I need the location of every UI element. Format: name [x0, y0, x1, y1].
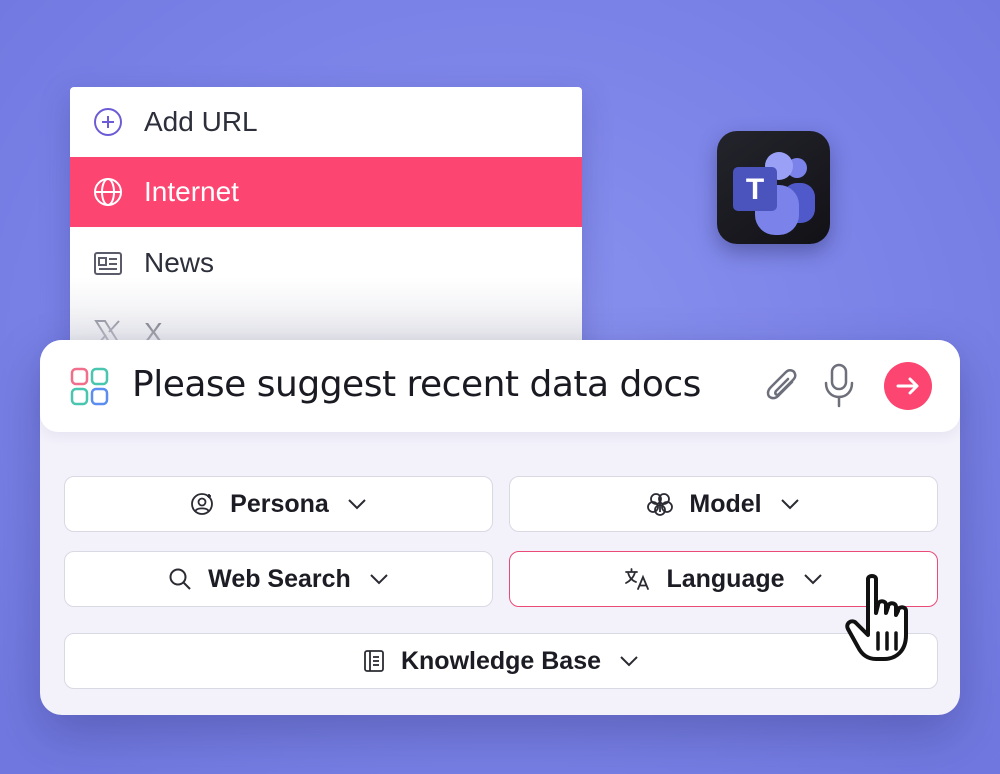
apps-grid-icon[interactable] [70, 367, 110, 412]
globe-icon [92, 176, 124, 208]
microphone-icon[interactable] [822, 362, 856, 415]
chevron-down-icon [369, 573, 389, 585]
menu-item-news[interactable]: News [70, 228, 582, 298]
teams-letter: T [746, 173, 764, 206]
persona-dropdown[interactable]: Persona [64, 476, 493, 532]
chevron-down-icon [803, 573, 823, 585]
hand-cursor-icon [842, 573, 924, 665]
send-button[interactable] [884, 362, 932, 415]
prompt-input[interactable]: Please suggest recent data docs [132, 364, 701, 405]
source-menu: Add URL Internet News X [70, 87, 582, 352]
chat-panel: Please suggest recent data docs Persona [40, 340, 960, 715]
plus-circle-icon [92, 106, 124, 138]
menu-item-internet[interactable]: Internet [70, 157, 582, 227]
prompt-bar[interactable]: Please suggest recent data docs [40, 340, 960, 432]
chevron-down-icon [619, 655, 639, 667]
menu-item-add-url[interactable]: Add URL [70, 87, 582, 157]
menu-item-label: Internet [144, 176, 239, 207]
model-label: Model [689, 489, 762, 518]
web-search-label: Web Search [208, 564, 351, 593]
chevron-down-icon [347, 498, 367, 510]
paperclip-icon[interactable] [762, 364, 802, 413]
teams-app-icon[interactable]: T [717, 131, 830, 244]
menu-item-label: Add URL [144, 106, 258, 137]
persona-label: Persona [230, 489, 329, 518]
menu-item-label: News [144, 247, 215, 278]
book-icon [363, 649, 385, 673]
web-search-dropdown[interactable]: Web Search [64, 551, 493, 607]
chevron-down-icon [780, 498, 800, 510]
brain-icon [647, 492, 674, 516]
translate-icon [624, 567, 650, 591]
newspaper-icon [92, 247, 124, 279]
search-icon [168, 567, 192, 591]
knowledge-base-dropdown[interactable]: Knowledge Base [64, 633, 938, 689]
user-icon [190, 492, 214, 516]
language-label: Language [666, 564, 785, 593]
knowledge-base-label: Knowledge Base [400, 646, 602, 675]
model-dropdown[interactable]: Model [509, 476, 938, 532]
